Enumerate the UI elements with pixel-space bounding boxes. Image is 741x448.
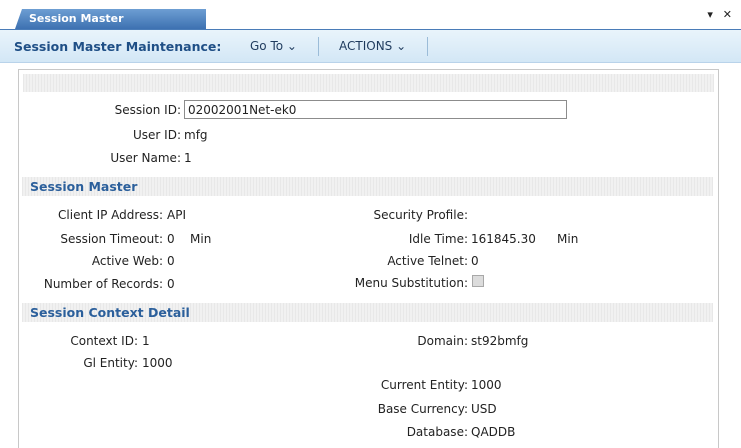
tab-session-master-maintenance[interactable]: Session Master Maintenance bbox=[15, 9, 206, 29]
section-title: Session Context Detail bbox=[30, 305, 190, 320]
gl-entity-value: 1000 bbox=[142, 356, 173, 370]
toolbar-separator bbox=[318, 37, 319, 56]
toolbar-separator bbox=[427, 37, 428, 56]
context-id-value: 1 bbox=[142, 334, 150, 348]
gl-entity-label: Gl Entity: bbox=[83, 356, 138, 370]
session-id-input[interactable] bbox=[184, 100, 567, 119]
idle-time-value: 161845.30 bbox=[471, 232, 536, 246]
session-timeout-label: Session Timeout: bbox=[60, 232, 163, 246]
session-id-label: Session ID: bbox=[114, 103, 181, 117]
user-name-value: 1 bbox=[184, 151, 192, 165]
client-ip-value: API bbox=[167, 208, 186, 222]
window-controls[interactable]: ▾ ✕ bbox=[707, 8, 735, 21]
user-id-label: User ID: bbox=[133, 128, 181, 142]
active-telnet-label: Active Telnet: bbox=[387, 254, 468, 268]
active-telnet-value: 0 bbox=[471, 254, 479, 268]
goto-menu-button[interactable]: Go To ⌄ bbox=[250, 39, 297, 53]
session-timeout-unit: Min bbox=[190, 232, 212, 246]
base-currency-label: Base Currency: bbox=[377, 402, 468, 416]
client-ip-label: Client IP Address: bbox=[58, 208, 163, 222]
context-id-label: Context ID: bbox=[70, 334, 138, 348]
panel-top-band bbox=[23, 74, 714, 92]
database-value: QADDB bbox=[471, 425, 516, 439]
idle-time-label: Idle Time: bbox=[408, 232, 468, 246]
number-of-records-label: Number of Records: bbox=[43, 277, 163, 291]
security-profile-label: Security Profile: bbox=[373, 208, 468, 222]
active-web-label: Active Web: bbox=[91, 254, 163, 268]
active-web-value: 0 bbox=[167, 254, 175, 268]
section-title: Session Master bbox=[30, 179, 138, 194]
database-label: Database: bbox=[406, 425, 468, 439]
user-name-label: User Name: bbox=[110, 151, 181, 165]
number-of-records-value: 0 bbox=[167, 277, 175, 291]
current-entity-label: Current Entity: bbox=[380, 378, 468, 392]
base-currency-value: USD bbox=[471, 402, 497, 416]
toolbar-title: Session Master Maintenance: bbox=[14, 39, 222, 54]
session-timeout-value: 0 bbox=[167, 232, 175, 246]
actions-menu-button[interactable]: ACTIONS ⌄ bbox=[339, 39, 406, 53]
tab-strip: Session Master Maintenance ▾ ✕ bbox=[0, 0, 741, 30]
section-header-session-context-detail: Session Context Detail bbox=[22, 303, 713, 322]
domain-value: st92bmfg bbox=[471, 334, 529, 348]
domain-label: Domain: bbox=[417, 334, 468, 348]
idle-time-unit: Min bbox=[557, 232, 579, 246]
menu-substitution-checkbox[interactable] bbox=[472, 275, 484, 287]
current-entity-value: 1000 bbox=[471, 378, 502, 392]
toolbar: Session Master Maintenance: Go To ⌄ ACTI… bbox=[0, 30, 741, 63]
menu-substitution-label: Menu Substitution: bbox=[354, 276, 468, 290]
section-header-session-master: Session Master bbox=[22, 177, 713, 196]
user-id-value: mfg bbox=[184, 128, 208, 142]
